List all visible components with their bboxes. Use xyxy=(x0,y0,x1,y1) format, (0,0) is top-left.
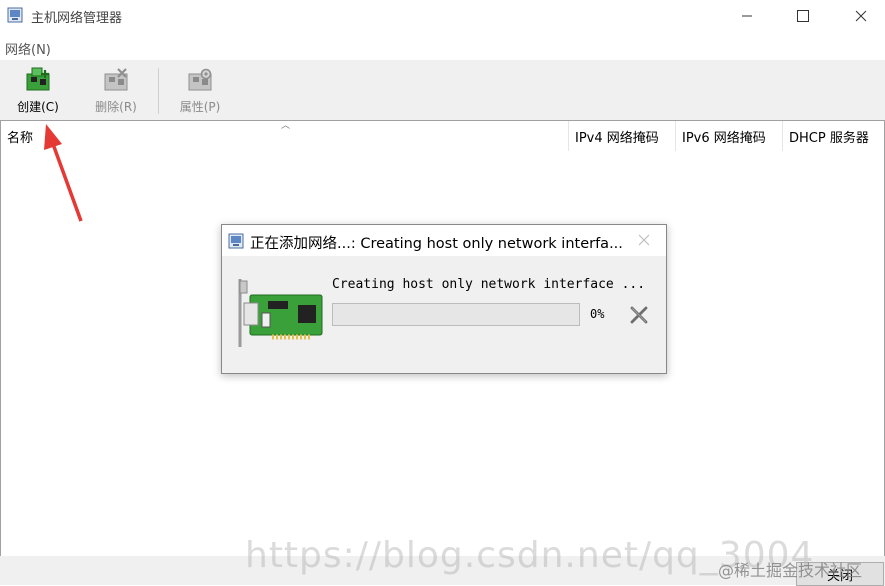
minimize-icon xyxy=(742,15,752,17)
network-properties-icon xyxy=(188,68,212,91)
dialog-titlebar: 正在添加网络...: Creating host only network in… xyxy=(222,225,666,256)
delete-label: 删除(R) xyxy=(95,100,137,114)
network-card-icon xyxy=(238,279,323,347)
annotation-arrow-icon xyxy=(44,124,83,222)
close-window-button[interactable] xyxy=(838,0,884,32)
create-label: 创建(C) xyxy=(17,100,59,114)
progress-percent: 0% xyxy=(590,307,605,321)
toolbar-separator xyxy=(158,68,159,114)
column-header-ipv6[interactable]: IPv6 网络掩码 xyxy=(675,121,782,151)
status-message: Creating host only network interface ... xyxy=(332,277,646,292)
progress-dialog: 正在添加网络...: Creating host only network in… xyxy=(221,224,667,374)
column-header-ipv4[interactable]: IPv4 网络掩码 xyxy=(568,121,675,151)
menu-network[interactable]: 网络(N) xyxy=(5,39,51,58)
cancel-icon[interactable] xyxy=(628,304,650,326)
create-button[interactable]: 创建(C) xyxy=(10,66,66,120)
app-icon xyxy=(7,7,23,23)
maximize-icon xyxy=(797,10,809,22)
properties-button[interactable]: 属性(P) xyxy=(172,66,228,120)
dialog-app-icon xyxy=(228,233,244,249)
network-remove-icon xyxy=(104,68,128,91)
progress-bar xyxy=(332,303,580,326)
watermark-community: @稀土掘金技术社区 xyxy=(718,561,863,580)
properties-label: 属性(P) xyxy=(179,100,221,114)
close-icon xyxy=(855,10,867,22)
maximize-button[interactable] xyxy=(780,0,826,32)
delete-button[interactable]: 删除(R) xyxy=(88,66,144,120)
column-header-dhcp[interactable]: DHCP 服务器 xyxy=(782,121,884,151)
dialog-title: 正在添加网络...: Creating host only network in… xyxy=(250,236,623,252)
window-titlebar: 主机网络管理器 xyxy=(0,0,885,32)
dialog-close-icon[interactable] xyxy=(635,231,653,249)
toolbar: 创建(C) 删除(R) 属性(P) xyxy=(0,60,885,120)
window-title: 主机网络管理器 xyxy=(31,11,123,26)
minimize-button[interactable] xyxy=(724,0,770,32)
menu-bar: 网络(N) xyxy=(0,37,885,59)
network-add-icon xyxy=(26,67,50,91)
